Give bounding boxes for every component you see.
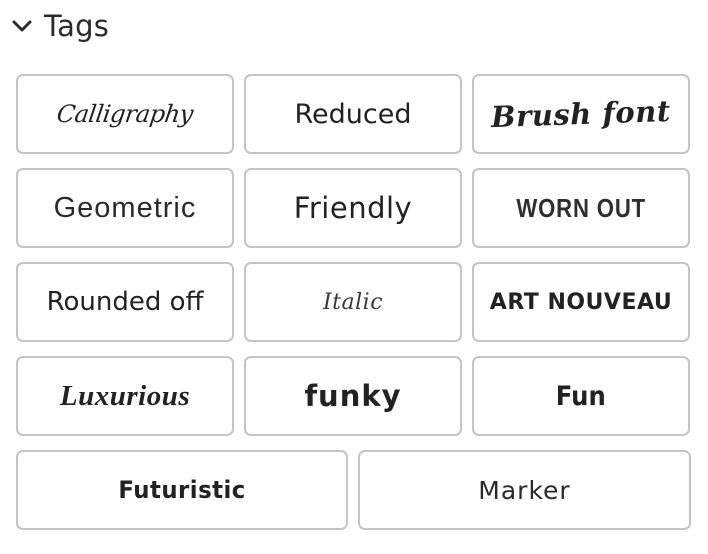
tag-geometric[interactable]: Geometric (16, 168, 234, 248)
chevron-down-icon (12, 19, 32, 33)
tag-reduced[interactable]: Reduced (244, 74, 462, 154)
tag-label: Calligraphy (55, 100, 195, 128)
tag-worn-out[interactable]: WORN OUT (472, 168, 690, 248)
tag-art-nouveau[interactable]: ART NOUVEAU (472, 262, 690, 342)
tag-label: Rounded off (46, 287, 204, 317)
tag-label: Futuristic (118, 476, 246, 504)
tag-label: Fun (555, 380, 606, 412)
tag-label: Geometric (53, 191, 197, 224)
tag-label: ART NOUVEAU (489, 289, 673, 315)
tag-label: Italic (322, 289, 384, 315)
tag-friendly[interactable]: Friendly (244, 168, 462, 248)
tag-label: funky (304, 379, 402, 413)
tag-futuristic[interactable]: Futuristic (16, 450, 348, 530)
tag-italic[interactable]: Italic (244, 262, 462, 342)
tag-label: WORN OUT (516, 192, 646, 223)
section-title: Tags (44, 9, 110, 43)
tag-label: Reduced (294, 98, 412, 130)
tag-calligraphy[interactable]: Calligraphy (16, 74, 234, 154)
tag-brush-font[interactable]: Brush font (472, 74, 690, 154)
tag-label: Luxurious (59, 379, 191, 412)
tag-label: Friendly (293, 191, 413, 225)
tag-marker[interactable]: Marker (358, 450, 691, 530)
tag-fun[interactable]: Fun (472, 356, 690, 436)
tags-section-header[interactable]: Tags (12, 6, 109, 46)
tag-label: Marker (478, 475, 571, 505)
tag-rounded-off[interactable]: Rounded off (16, 262, 234, 342)
tag-label: Brush font (490, 93, 672, 135)
tag-luxurious[interactable]: Luxurious (16, 356, 234, 436)
tag-funky[interactable]: funky (244, 356, 462, 436)
